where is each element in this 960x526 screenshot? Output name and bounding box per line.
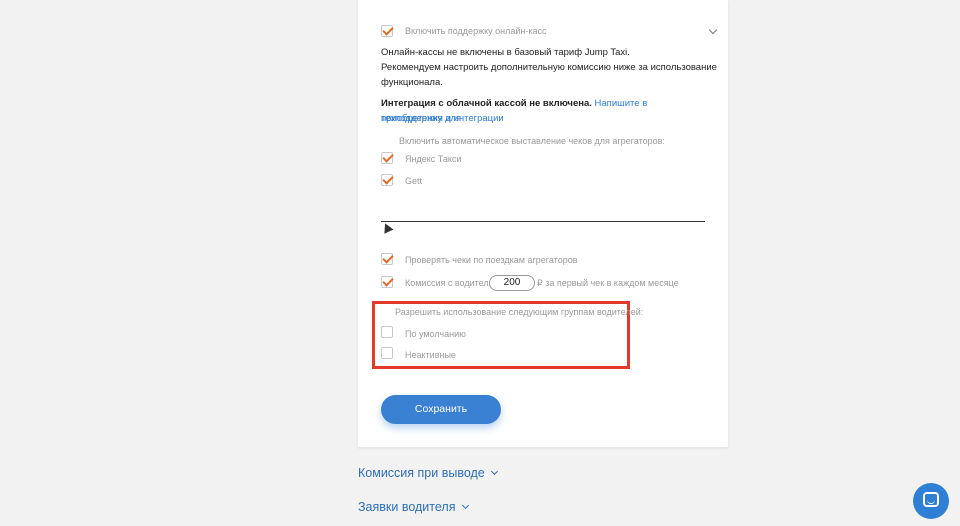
group-inactive-label: Неактивные — [405, 350, 456, 360]
check-receipts-label: Проверять чеки по поездкам агрегаторов — [405, 255, 578, 265]
notice-line3: функционала. — [381, 77, 443, 88]
online-cash-label: Включить поддержку онлайн-касс — [405, 26, 547, 36]
notice-line1: Онлайн-кассы не включены в базовый тариф… — [381, 47, 630, 58]
commission-checkbox[interactable] — [381, 276, 393, 288]
group-inactive-checkbox[interactable] — [381, 347, 393, 359]
commission-suffix-label: ₽ за первый чек в каждом месяце — [537, 278, 679, 288]
section-driver-requests-label: Заявки водителя — [358, 500, 456, 514]
aggregator-yandex-checkbox[interactable] — [381, 152, 393, 164]
aggregator-gett-checkbox[interactable] — [381, 174, 393, 186]
notice-line2: Рекомендуем настроить дополнительную ком… — [381, 62, 717, 73]
commission-label: Комиссия с водителя — [405, 278, 494, 288]
group-default-label: По умолчанию — [405, 329, 466, 339]
commission-amount-input[interactable]: 200 — [489, 275, 535, 291]
save-button[interactable]: Сохранить — [381, 395, 501, 424]
aggregator-gett-label: Gett — [405, 176, 423, 186]
aggregator-yandex-label: Яндекс Такси — [405, 154, 462, 164]
group-default-checkbox[interactable] — [381, 326, 393, 338]
integration-bold-text: Интеграция с облачной кассой не включена… — [381, 98, 592, 109]
online-cash-checkbox[interactable] — [381, 25, 393, 37]
aggregators-heading: Включить автоматическое выставление чеко… — [399, 136, 665, 146]
section-commission-withdrawal[interactable]: Комиссия при выводе — [358, 466, 499, 480]
section-commission-label: Комиссия при выводе — [358, 466, 485, 480]
section-driver-requests[interactable]: Заявки водителя — [358, 500, 470, 514]
driver-groups-heading: Разрешить использование следующим группа… — [395, 307, 644, 317]
check-receipts-checkbox[interactable] — [381, 253, 393, 265]
support-link-continued[interactable]: приобретения и интеграции — [381, 111, 504, 126]
chat-button[interactable] — [913, 483, 949, 519]
chevron-down-icon — [491, 467, 499, 476]
chevron-down-icon — [461, 501, 470, 510]
divider — [381, 221, 705, 222]
